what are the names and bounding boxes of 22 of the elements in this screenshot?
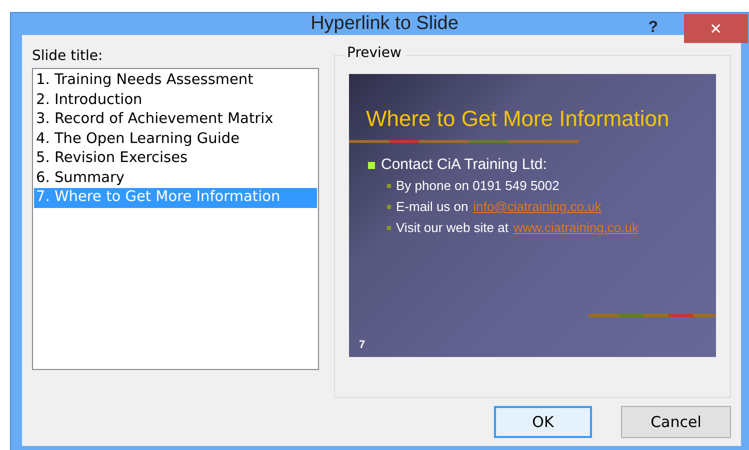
slide-title: Where to Get More Information: [366, 106, 670, 132]
bullet-text: Contact CiA Training Ltd:: [381, 155, 547, 175]
slide-list-item[interactable]: 4. The Open Learning Guide: [34, 130, 317, 149]
window-title: Hyperlink to Slide: [310, 13, 458, 35]
close-button[interactable]: ✕: [684, 14, 748, 43]
slide-list-item[interactable]: 3. Record of Achievement Matrix: [34, 110, 317, 130]
dialog-button[interactable]: Cancel: [621, 406, 731, 438]
slide-list-item[interactable]: 5. Revision Exercises: [34, 149, 317, 168]
slide-number: 7: [359, 338, 366, 351]
slide-list-item[interactable]: 2. Introduction: [34, 90, 317, 110]
slide-list-item[interactable]: 1. Training Needs Assessment: [34, 71, 317, 90]
bullet-icon: [387, 184, 391, 188]
dialog-button[interactable]: OK: [494, 406, 592, 438]
bullet-text: Visit our web site at: [396, 219, 508, 237]
bullet-text: By phone on 0191 549 5002: [396, 177, 560, 195]
bullet-icon: [387, 204, 391, 208]
bullet-icon: [387, 226, 391, 230]
bullet-icon: [368, 162, 375, 168]
slide-title-label: Slide title:: [32, 47, 104, 66]
help-button[interactable]: ?: [644, 17, 662, 39]
bullet-text: E-mail us on: [396, 198, 468, 216]
slide-list-item[interactable]: 6. Summary: [34, 168, 317, 188]
